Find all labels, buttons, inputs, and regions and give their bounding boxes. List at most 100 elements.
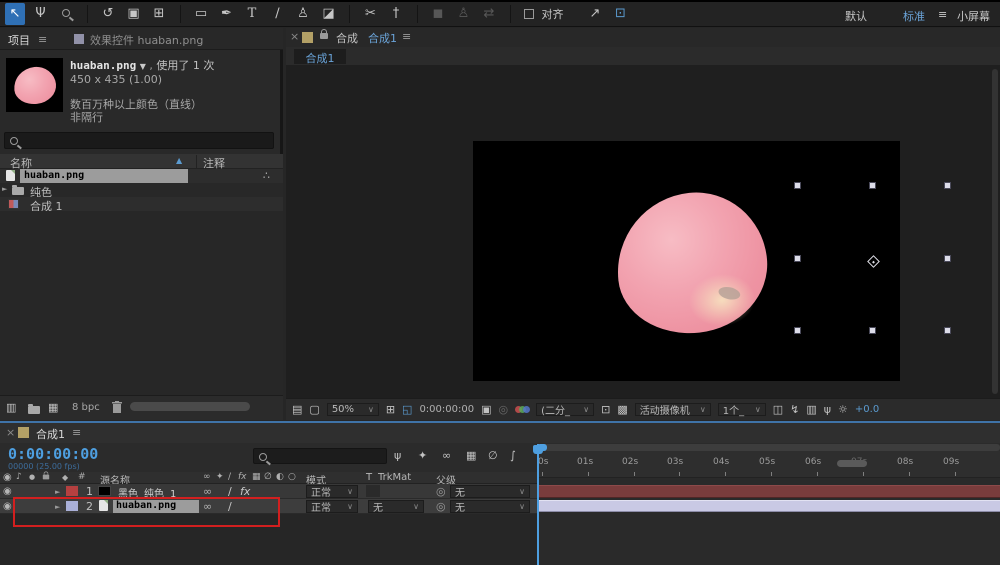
align-checkbox[interactable] [524, 9, 534, 19]
audio-column-icon[interactable]: ♪ [16, 472, 22, 482]
mask-visibility-icon[interactable]: ◱ [402, 403, 412, 416]
project-horizontal-scrollbar[interactable] [130, 402, 250, 411]
timeline-search-box[interactable] [253, 448, 387, 464]
folder-expand-icon[interactable]: ► [2, 185, 7, 193]
trash-icon[interactable] [112, 401, 122, 414]
layer2-duration-bar[interactable] [539, 500, 1000, 512]
type-tool[interactable]: T [242, 3, 262, 25]
preview-monitor-icon[interactable]: ▢ [309, 403, 319, 416]
selection-handle-e[interactable] [944, 255, 951, 262]
transparency-grid-icon[interactable]: ▩ [617, 403, 627, 416]
comp-current-time[interactable]: 0:00:00:00 [419, 404, 474, 415]
workspace-menu-icon[interactable]: ≡ [938, 8, 947, 21]
fast-previews-icon[interactable]: ↯ [790, 403, 799, 416]
selection-handle-se[interactable] [944, 327, 951, 334]
hide-shy-layers-button[interactable]: ∞ [442, 449, 451, 462]
show-channels-icon[interactable] [515, 405, 531, 415]
zoom-slider-handle[interactable] [837, 460, 867, 467]
close-timeline-icon[interactable]: × [6, 426, 15, 439]
snapshot-camera-icon[interactable]: ▣ [481, 403, 491, 416]
new-folder-icon[interactable] [28, 404, 40, 414]
resolution-select[interactable]: (二分_ ∨ [536, 403, 595, 417]
comp-viewer[interactable] [286, 65, 1000, 398]
layer1-label-swatch[interactable] [66, 486, 78, 496]
magnification-select[interactable]: 50% ∨ [326, 403, 379, 416]
layer1-parent-select[interactable]: 无 ∨ [450, 485, 530, 499]
collapse-switch-icon[interactable]: ✦ [216, 472, 224, 482]
comp-flowchart-icon[interactable]: ψ [824, 403, 831, 416]
brush-tool[interactable]: ∕ [268, 3, 288, 25]
project-panel-menu-icon[interactable]: ≡ [38, 33, 47, 46]
workspace-small-screen[interactable]: 小屏幕 [957, 8, 990, 24]
selection-handle-n[interactable] [869, 182, 876, 189]
rectangle-tool[interactable]: ▭ [191, 3, 211, 25]
motion-blur-button[interactable]: ∅ [488, 449, 498, 462]
anchor-point-marker[interactable] [867, 255, 880, 268]
exposure-value[interactable]: +0.0 [855, 404, 879, 415]
layer1-expand-icon[interactable]: ► [55, 488, 60, 496]
comp-tab[interactable]: 合成1 [294, 49, 346, 65]
graph-editor-button[interactable]: ∫ [510, 449, 516, 462]
lock-icon[interactable] [320, 29, 328, 39]
pen-tool[interactable]: ✒ [217, 3, 237, 25]
pixel-aspect-correction-icon[interactable]: ◫ [773, 403, 783, 416]
sort-ascending-icon[interactable]: ▲ [176, 156, 182, 165]
region-of-interest-icon[interactable]: ⊡ [601, 403, 610, 416]
used-in-comp-network-icon[interactable]: ∴ [263, 169, 270, 182]
layer2-parent-pickwhip-icon[interactable]: ◎ [436, 500, 446, 513]
grid-guides-icon[interactable]: ⊞ [386, 403, 395, 416]
frame-blending-button[interactable]: ▦ [466, 449, 476, 462]
quality-switch-icon[interactable]: ∕ [228, 472, 231, 482]
selection-handle-w[interactable] [794, 255, 801, 262]
layer1-mode-select[interactable]: 正常 ∨ [306, 485, 358, 499]
selection-handle-ne[interactable] [944, 182, 951, 189]
zoom-tool[interactable] [56, 3, 76, 25]
project-row-comp1[interactable]: 合成 1 [0, 197, 283, 213]
workspace-default[interactable]: 默认 [845, 8, 867, 24]
adjustment-switch-icon[interactable]: ◐ [276, 472, 284, 482]
footage-dropdown-icon[interactable]: ▼ [140, 62, 146, 71]
project-row-solids[interactable]: ► 纯色 [0, 183, 283, 199]
reset-exposure-icon[interactable]: ☼ [838, 403, 848, 416]
snapping-icon[interactable]: ⊡ [611, 3, 631, 25]
fx-switch-icon[interactable]: fx [238, 472, 247, 482]
interpret-footage-icon[interactable]: ▥ [6, 401, 16, 414]
pan-behind-tool[interactable]: ⊞ [149, 3, 169, 25]
mini-flowchart-button[interactable]: ψ [394, 449, 401, 462]
hand-tool[interactable]: Ψ [31, 3, 51, 25]
time-ruler[interactable]: 0s 01s 02s 03s 04s 05s 06s 07s 08s 09s [537, 451, 1000, 478]
comp-vertical-scrollbar[interactable] [992, 69, 998, 394]
petal-layer-image[interactable] [610, 185, 774, 341]
current-time-display[interactable]: 0:00:00:00 [8, 445, 98, 463]
mask-feather-icon[interactable]: ↗ [585, 3, 605, 25]
eraser-tool[interactable]: ◪ [319, 3, 339, 25]
label-column-icon[interactable]: ◆ [62, 473, 68, 482]
trkmat-column[interactable]: TrkMat [378, 472, 411, 483]
layer2-mode-select[interactable]: 正常 ∨ [306, 500, 358, 514]
project-row-huaban[interactable]: huaban.png ∴ [0, 169, 283, 183]
puppet-pin-tool[interactable]: † [386, 3, 406, 25]
timeline-search-input[interactable] [270, 451, 371, 464]
layer2-trkmat-select[interactable]: 无 ∨ [368, 500, 424, 514]
layer2-video-eye-icon[interactable]: ◉ [3, 501, 12, 512]
timeline-tab[interactable]: 合成1 [36, 426, 65, 442]
comp-canvas[interactable] [473, 141, 951, 381]
rotate-tool[interactable]: ↺ [98, 3, 118, 25]
frame-blend-switch-icon[interactable]: ▦ [252, 472, 261, 482]
playhead-line[interactable] [537, 444, 539, 565]
playhead-marker[interactable] [533, 445, 543, 454]
panel-layers-icon[interactable]: ▤ [292, 403, 302, 416]
selection-tool[interactable]: ↖ [5, 3, 25, 25]
lock-column-icon[interactable] [42, 471, 50, 480]
camera-tool[interactable]: ▣ [124, 3, 144, 25]
selection-handle-s[interactable] [869, 327, 876, 334]
comp-panel-menu-icon[interactable]: ≡ [402, 30, 411, 43]
timeline-panel-menu-icon[interactable]: ≡ [72, 426, 81, 439]
selection-handle-sw[interactable] [794, 327, 801, 334]
shy-switch-icon[interactable]: ∞ [203, 472, 211, 482]
layer1-duration-bar[interactable] [539, 485, 1000, 498]
new-composition-icon[interactable]: ▦ [48, 401, 58, 414]
draft-3d-button[interactable]: ✦ [418, 449, 427, 462]
video-column-icon[interactable]: ◉ [3, 472, 12, 483]
tab-project[interactable]: 项目 [8, 32, 30, 48]
